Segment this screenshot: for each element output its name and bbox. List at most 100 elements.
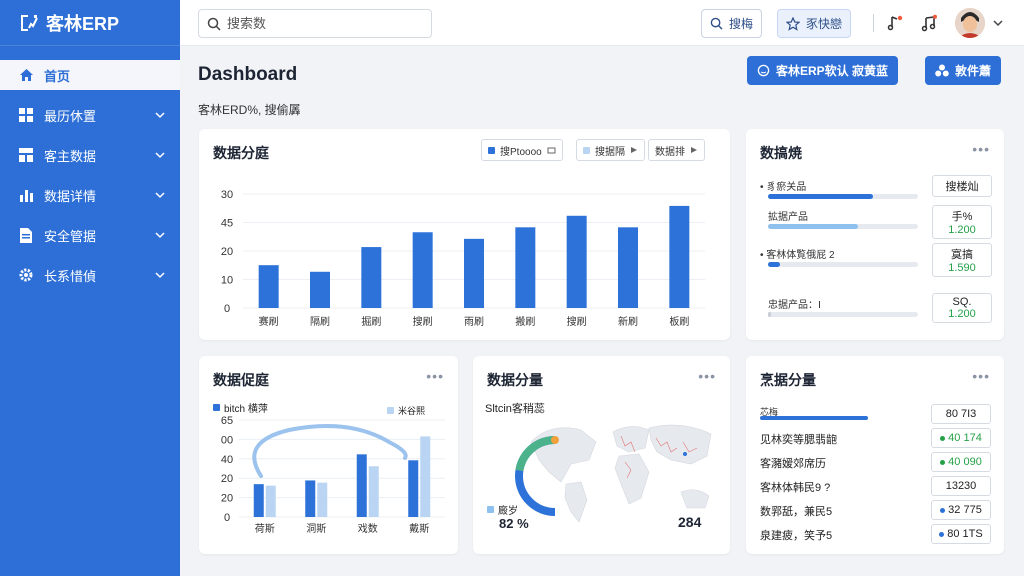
value-box: SQ. 1.200 [932,293,992,323]
x-tick-label: 隔刷 [310,316,330,328]
sidebar-item-4[interactable]: 安全管据 [0,220,180,250]
value-number: 1.200 [948,224,976,236]
bar[interactable] [265,485,276,517]
value-number: 1.200 [948,308,976,320]
filter-chip-3[interactable]: 数据排 [648,139,705,161]
music-note-icon[interactable] [918,12,940,34]
more-options-icon[interactable]: ••• [972,368,990,384]
bar[interactable] [420,436,431,517]
row-label: 忠据产品：Ⅰ [768,300,821,311]
search-button[interactable]: 搜梅 [701,9,763,38]
legend-swatch [583,146,590,154]
page-title: Dashboard [198,64,298,85]
legend-item: bitch 横萍 [213,400,268,415]
sidebar-item-1[interactable]: 最历休置 [0,100,180,130]
page-subtitle: 客林ERD%, 搜偷羼 [198,103,301,117]
x-tick-label: 戴斯 [409,522,429,535]
list-value-text: 80 7I3 [945,408,977,420]
chevron-down-icon [155,112,165,119]
sidebar-item-5[interactable]: 长系惜偵 [0,260,180,290]
y-tick-label: 00 [221,434,233,446]
search-icon [207,17,221,31]
sidebar-item-home[interactable]: 首页 [0,60,180,90]
list-label: 数郛舐，兼民5 [760,506,833,518]
secondary-action-button[interactable]: 敦件蕭 [925,56,1002,85]
search-icon [710,17,723,30]
more-options-icon[interactable]: ••• [698,368,716,384]
bar[interactable] [305,480,316,517]
legend-swatch [387,407,394,414]
progress-fill [768,262,780,267]
progress-bar [768,194,918,199]
x-tick-label: 搜刷 [567,315,587,328]
bar[interactable] [408,460,419,517]
gauge-legend-label: 廄岁 [498,506,518,517]
bar[interactable] [669,205,690,308]
avatar[interactable] [955,8,985,38]
bar[interactable] [566,215,587,308]
list-value: 40 174 [931,428,991,448]
x-tick-label: 搜刷 [413,315,433,328]
search-input[interactable] [227,16,417,31]
list-value-text: 80 1TS [947,528,983,540]
star-icon [786,16,800,31]
bar[interactable] [310,271,330,308]
progress-bar [768,224,918,229]
more-options-icon[interactable]: ••• [972,141,990,157]
value-box: 手% 1.200 [932,205,992,239]
notification-music-icon[interactable] [884,12,906,34]
sidebar-item-2[interactable]: 客主数据 [0,140,180,170]
bar[interactable] [618,227,638,308]
sidebar-nav: 首页 最历休置 客主数据 数据详情 安全管据 长系惜偵 [0,46,180,290]
bar[interactable] [412,232,433,308]
x-tick-label: 洞斯 [306,522,326,535]
grid-icon [18,107,34,123]
more-options-icon[interactable]: ••• [426,368,444,384]
chevron-down-icon[interactable] [992,17,1004,29]
primary-action-button[interactable]: 客林ERP软认 寂黄蓝 [747,56,899,85]
sidebar: 客林ERP 首页 最历休置 客主数据 数据详情 安全管据 长系惜偵 [0,0,180,576]
bar[interactable] [253,484,264,517]
gauge-fill-arc [515,436,556,472]
legend-swatch [488,146,495,154]
bar-chart-icon [18,187,34,203]
sidebar-item-3[interactable]: 数据详情 [0,180,180,210]
x-tick-label: 雨刷 [464,316,484,328]
progress-bar [768,262,918,267]
search-box[interactable] [198,9,432,38]
arrow-right-icon [631,147,637,153]
brand-logo-icon [21,14,38,31]
gauge-marker [551,436,559,444]
favorites-button[interactable]: 豕快戀 [777,9,852,38]
sidebar-item-label: 首页 [44,68,71,84]
gauge-percent: 82 % [499,516,529,531]
smile-icon [757,64,770,77]
bar[interactable] [361,247,382,308]
y-tick-label: 20 [221,473,233,485]
chip-label: 搜据隔 [595,146,625,158]
list-value: 40 090 [931,452,991,472]
card-title: 数据促庭 [213,372,269,388]
cluster-icon [935,64,949,77]
brand-name: 客林ERP [46,13,120,34]
filter-chip-2[interactable]: 搜据隔 [576,139,645,161]
y-tick-label: 20 [221,493,233,505]
list-label: 客瀦嫒郊席历 [760,458,826,470]
x-tick-label: 新刷 [618,315,638,328]
sidebar-item-label: 客主数据 [44,148,97,164]
bar[interactable] [317,482,328,517]
progress-fill [768,312,771,317]
document-icon [18,227,34,243]
bar[interactable] [356,454,367,517]
y-tick-label: 20 [221,246,233,258]
list-label: 客林体韩民9 ? [760,482,831,494]
sidebar-item-label: 长系惜偵 [44,268,97,284]
secondary-action-label: 敦件蕭 [955,64,992,78]
map-card: 数据分量 ••• Sltcin客稍蕊 廄岁 82 % 284 [473,356,730,554]
filter-chip-1[interactable]: 搜Ptoooo [481,139,563,161]
bar[interactable] [368,466,379,517]
bar[interactable] [258,265,279,308]
brand[interactable]: 客林ERP [0,0,180,46]
bar[interactable] [515,227,536,308]
bar[interactable] [464,238,484,308]
